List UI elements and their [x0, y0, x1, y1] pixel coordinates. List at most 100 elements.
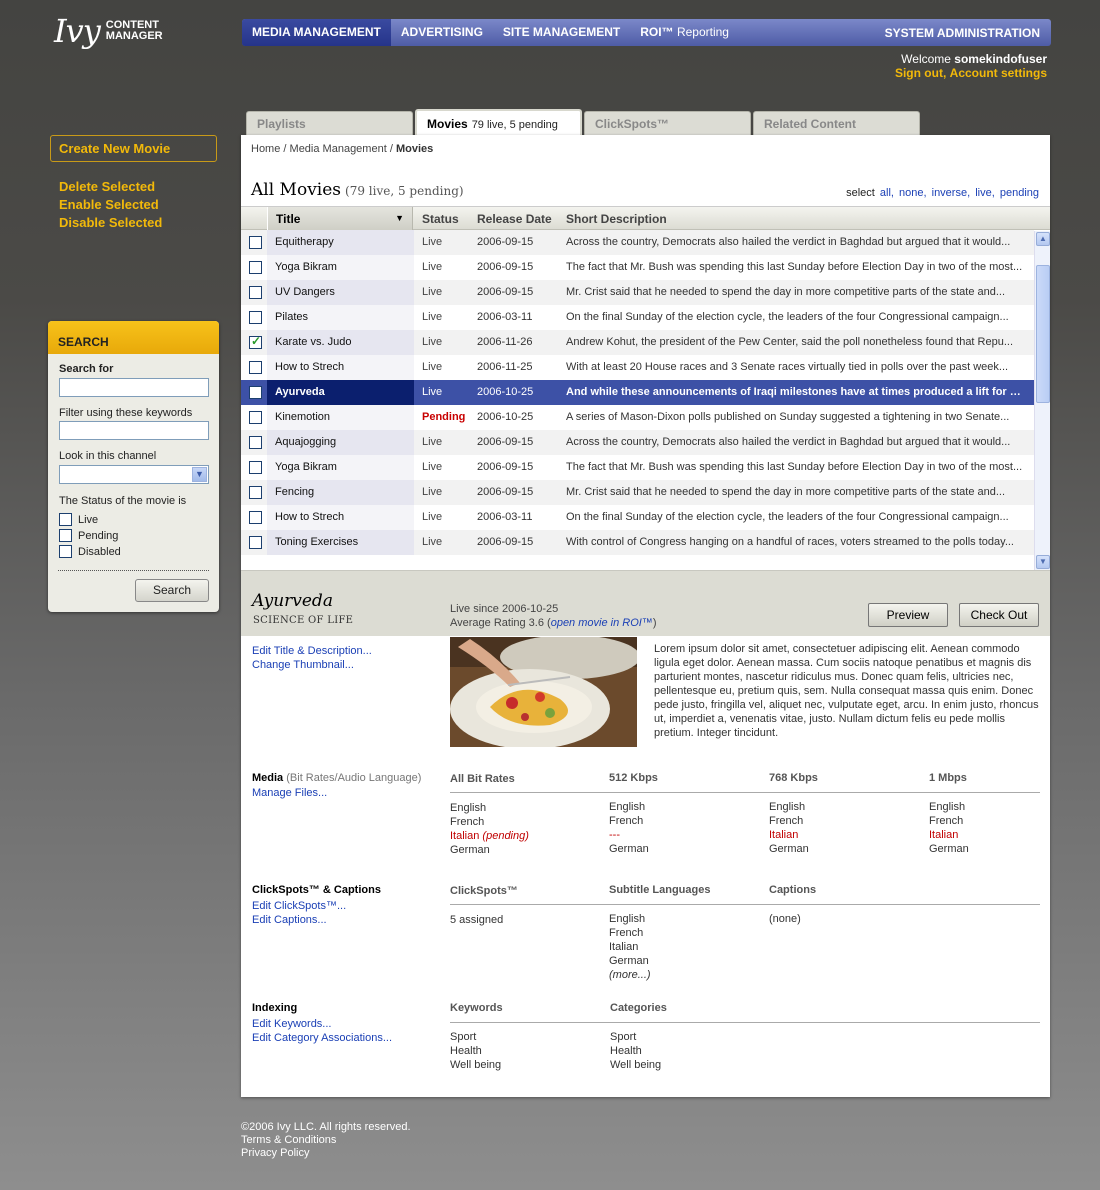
column-header-title[interactable]: Title ▼: [267, 207, 413, 230]
row-checkbox[interactable]: [249, 536, 262, 549]
table-row[interactable]: Aquajogging Live 2006-09-15 Across the coun…: [241, 430, 1034, 455]
status-live-label: Live: [78, 513, 99, 526]
col-keywords: Keywords: [450, 1002, 503, 1014]
column-header-release-date[interactable]: Release Date: [477, 212, 552, 226]
nav-system-administration[interactable]: SYSTEM ADMINISTRATION: [885, 26, 1051, 40]
delete-selected-link[interactable]: Delete Selected: [59, 178, 162, 196]
table-row[interactable]: Yoga Bikram Live 2006-09-15 The fact that M…: [241, 455, 1034, 480]
row-checkbox[interactable]: [249, 411, 262, 424]
status-live-option[interactable]: Live: [59, 513, 98, 526]
table-row[interactable]: How to Strech Live 2006-11-25 With at least…: [241, 355, 1034, 380]
row-title[interactable]: Yoga Bikram: [267, 455, 414, 480]
enable-selected-link[interactable]: Enable Selected: [59, 196, 162, 214]
table-row[interactable]: How to Strech Live 2006-03-11 On the final …: [241, 505, 1034, 530]
row-title[interactable]: Pilates: [267, 305, 414, 330]
select-pending-link[interactable]: pending: [1000, 187, 1039, 199]
sign-out-link[interactable]: Sign out: [895, 66, 943, 80]
breadcrumb-home[interactable]: Home: [251, 143, 280, 155]
breadcrumb-media-management[interactable]: Media Management: [290, 143, 387, 155]
edit-title-description-link[interactable]: Edit Title & Description...: [252, 644, 372, 658]
table-row[interactable]: Ayurveda Live 2006-10-25 And while these an…: [241, 380, 1034, 405]
row-checkbox[interactable]: [249, 236, 262, 249]
select-all-link[interactable]: all,: [880, 187, 894, 199]
privacy-link[interactable]: Privacy Policy: [241, 1147, 411, 1160]
edit-category-associations-link[interactable]: Edit Category Associations...: [252, 1031, 392, 1045]
search-button[interactable]: Search: [135, 579, 209, 602]
row-title[interactable]: Karate vs. Judo: [267, 330, 414, 355]
preview-button[interactable]: Preview: [868, 603, 948, 627]
tab-clickspots[interactable]: ClickSpots™: [584, 111, 751, 135]
table-row[interactable]: Equitherapy Live 2006-09-15 Across the coun…: [241, 230, 1034, 255]
row-title[interactable]: Equitherapy: [267, 230, 414, 255]
row-checkbox[interactable]: [249, 334, 262, 349]
scroll-down-icon[interactable]: ▼: [1036, 555, 1050, 569]
open-in-roi-link[interactable]: open movie in ROI™: [551, 617, 653, 629]
status-disabled-option[interactable]: Disabled: [59, 545, 121, 558]
row-title[interactable]: How to Strech: [267, 355, 414, 380]
vertical-scrollbar[interactable]: ▲ ▼: [1034, 231, 1050, 570]
row-title[interactable]: Kinemotion: [267, 405, 414, 430]
scroll-up-icon[interactable]: ▲: [1036, 232, 1050, 246]
table-row[interactable]: Kinemotion Pending 2006-10-25 A series of M…: [241, 405, 1034, 430]
create-new-movie-button[interactable]: Create New Movie: [50, 135, 217, 162]
manage-files-link[interactable]: Manage Files...: [252, 786, 327, 800]
nav-media-management[interactable]: MEDIA MANAGEMENT: [242, 19, 391, 46]
chevron-down-icon[interactable]: ▼: [192, 467, 207, 482]
table-row[interactable]: Yoga Bikram Live 2006-09-15 The fact that M…: [241, 255, 1034, 280]
table-row[interactable]: UV Dangers Live 2006-09-15 Mr. Crist said t…: [241, 280, 1034, 305]
disable-selected-link[interactable]: Disable Selected: [59, 214, 162, 232]
change-thumbnail-link[interactable]: Change Thumbnail...: [252, 658, 372, 672]
select-live-link[interactable]: live,: [975, 187, 995, 199]
row-checkbox[interactable]: [249, 386, 262, 399]
row-checkbox[interactable]: [249, 261, 262, 274]
nav-roi-label: ROI™: [640, 25, 674, 39]
table-row[interactable]: Fencing Live 2006-09-15 Mr. Crist said that…: [241, 480, 1034, 505]
row-title[interactable]: Yoga Bikram: [267, 255, 414, 280]
status-disabled-checkbox[interactable]: [59, 545, 72, 558]
select-inverse-link[interactable]: inverse,: [932, 187, 971, 199]
status-pending-checkbox[interactable]: [59, 529, 72, 542]
select-none-link[interactable]: none,: [899, 187, 927, 199]
512-kbps-languages: English French --- German: [609, 801, 649, 855]
row-status: Live: [422, 436, 443, 448]
keywords-input[interactable]: [59, 421, 209, 440]
edit-keywords-link[interactable]: Edit Keywords...: [252, 1017, 392, 1031]
column-header-status[interactable]: Status: [422, 212, 459, 226]
nav-site-management[interactable]: SITE MANAGEMENT: [493, 19, 630, 46]
nav-advertising[interactable]: ADVERTISING: [391, 19, 493, 46]
row-description: With control of Congress hanging on a ha…: [566, 536, 1014, 548]
terms-link[interactable]: Terms & Conditions: [241, 1134, 411, 1147]
row-title[interactable]: UV Dangers: [267, 280, 414, 305]
scrollbar-thumb[interactable]: [1036, 265, 1050, 403]
column-header-description[interactable]: Short Description: [566, 212, 667, 226]
channel-select[interactable]: ▼: [59, 465, 209, 484]
row-title[interactable]: How to Strech: [267, 505, 414, 530]
tab-related-content[interactable]: Related Content: [753, 111, 920, 135]
row-title[interactable]: Aquajogging: [267, 430, 414, 455]
table-row[interactable]: Toning Exercises Live 2006-09-15 With contr…: [241, 530, 1034, 555]
row-title[interactable]: Ayurveda: [267, 380, 414, 405]
status-live-checkbox[interactable]: [59, 513, 72, 526]
row-checkbox[interactable]: [249, 286, 262, 299]
row-checkbox[interactable]: [249, 461, 262, 474]
tab-playlists[interactable]: Playlists: [246, 111, 413, 135]
table-row[interactable]: Karate vs. Judo Live 2006-11-26 Andrew Kohu…: [241, 330, 1034, 355]
row-checkbox[interactable]: [249, 511, 262, 524]
row-description: On the final Sunday of the election cycl…: [566, 511, 1009, 523]
table-row[interactable]: Pilates Live 2006-03-11 On the final Sunday…: [241, 305, 1034, 330]
search-input[interactable]: [59, 378, 209, 397]
check-out-button[interactable]: Check Out: [959, 603, 1039, 627]
nav-roi-reporting[interactable]: ROI™ Reporting: [630, 19, 739, 46]
row-title[interactable]: Fencing: [267, 480, 414, 505]
row-title[interactable]: Toning Exercises: [267, 530, 414, 555]
row-checkbox[interactable]: [249, 436, 262, 449]
row-checkbox[interactable]: [249, 486, 262, 499]
row-checkbox[interactable]: [249, 361, 262, 374]
tab-movies[interactable]: Movies 79 live, 5 pending: [415, 109, 582, 135]
edit-captions-link[interactable]: Edit Captions...: [252, 913, 346, 927]
account-settings-link[interactable]: Account settings: [950, 66, 1047, 80]
more-subtitles-link[interactable]: (more...): [609, 968, 651, 982]
row-checkbox[interactable]: [249, 311, 262, 324]
edit-clickspots-link[interactable]: Edit ClickSpots™...: [252, 899, 346, 913]
status-pending-option[interactable]: Pending: [59, 529, 118, 542]
